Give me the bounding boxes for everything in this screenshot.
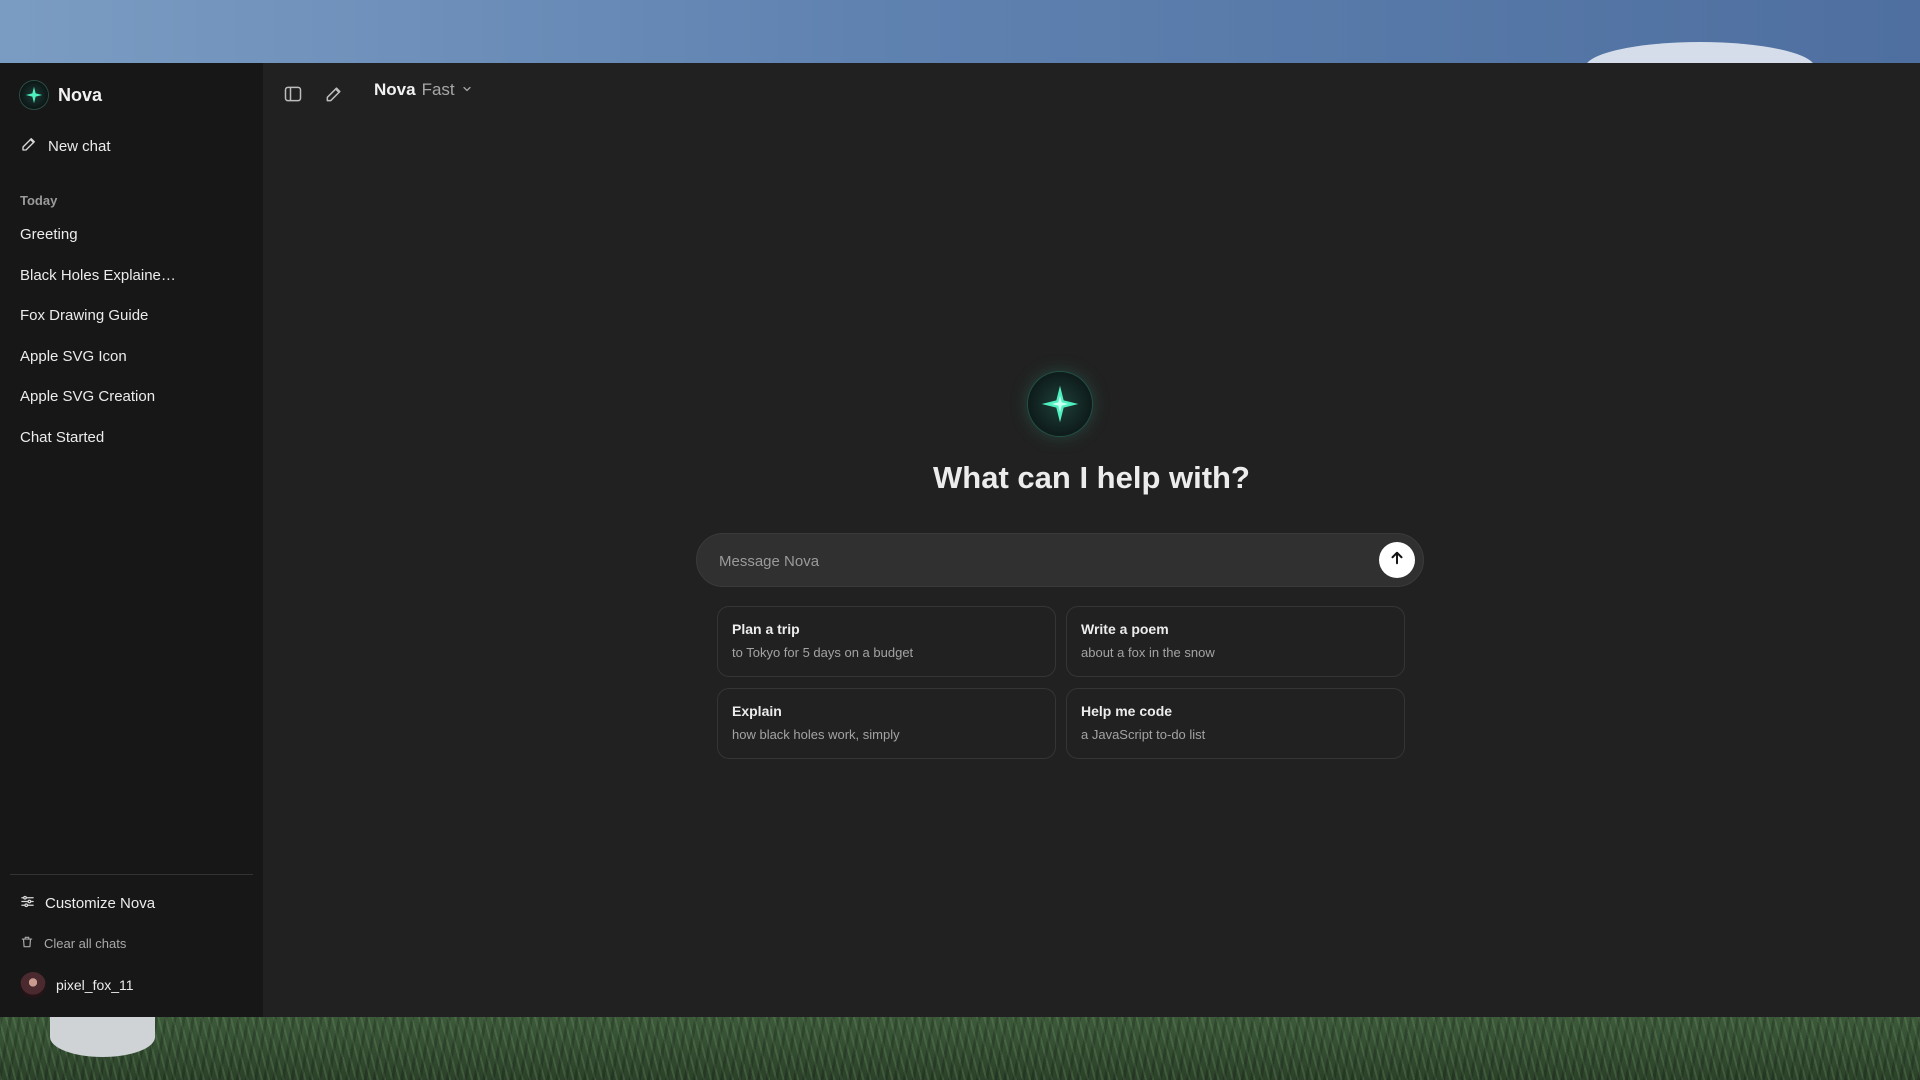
- chevron-down-icon: [461, 82, 473, 100]
- suggestion-title: Help me code: [1081, 703, 1173, 719]
- history-item-black-holes[interactable]: Black Holes Explaine…: [0, 256, 180, 297]
- suggestion-card-explain[interactable]: Explain how black holes work, simply: [717, 688, 1056, 759]
- suggestion-card-write-poem[interactable]: Write a poem about a fox in the snow: [1066, 606, 1405, 677]
- background-grass: [0, 1017, 1920, 1080]
- sidebar-toggle-icon[interactable]: [281, 82, 305, 106]
- main-panel: Nova Fast What can I help with? Plan a t…: [263, 63, 1920, 1017]
- user-profile-button[interactable]: pixel_fox_11: [20, 972, 134, 998]
- trash-icon: [20, 935, 34, 952]
- clear-chats-button[interactable]: Clear all chats: [20, 935, 126, 952]
- arrow-up-icon: [1388, 549, 1406, 572]
- sliders-icon: [20, 894, 35, 913]
- model-name: Nova: [374, 80, 416, 99]
- chat-history-list: Greeting Black Holes Explaine… Fox Drawi…: [0, 215, 263, 458]
- message-input[interactable]: [717, 534, 1341, 588]
- suggestion-subtitle: to Tokyo for 5 days on a budget: [732, 645, 914, 660]
- model-selector[interactable]: Nova Fast: [374, 80, 473, 100]
- app-window: Nova New chat Today Greeting Black Holes…: [0, 63, 1920, 1017]
- suggestion-card-help-code[interactable]: Help me code a JavaScript to-do list: [1066, 688, 1405, 759]
- new-chat-label: New chat: [48, 137, 111, 155]
- model-tier: Fast: [421, 80, 455, 99]
- message-composer: [696, 533, 1424, 588]
- history-item-apple-svg-creation[interactable]: Apple SVG Creation: [0, 377, 180, 418]
- suggestion-subtitle: about a fox in the snow: [1081, 645, 1215, 660]
- username: pixel_fox_11: [56, 977, 134, 993]
- clear-chats-label: Clear all chats: [44, 936, 127, 951]
- avatar: [20, 972, 46, 998]
- suggestion-title: Write a poem: [1081, 621, 1169, 637]
- brand[interactable]: Nova: [20, 81, 102, 109]
- sparkle-icon: [20, 81, 48, 109]
- suggestion-subtitle: a JavaScript to-do list: [1081, 727, 1206, 742]
- suggestion-card-plan-trip[interactable]: Plan a trip to Tokyo for 5 days on a bud…: [717, 606, 1056, 677]
- sidebar-divider: [10, 874, 253, 875]
- history-item-greeting[interactable]: Greeting: [0, 215, 180, 256]
- page-title: What can I help with?: [933, 460, 1250, 495]
- history-item-apple-svg-icon[interactable]: Apple SVG Icon: [0, 337, 180, 378]
- history-item-fox-drawing[interactable]: Fox Drawing Guide: [0, 296, 180, 337]
- send-button[interactable]: [1379, 542, 1415, 578]
- suggestion-subtitle: how black holes work, simply: [732, 727, 900, 742]
- history-item-chat-started[interactable]: Chat Started: [0, 418, 180, 459]
- suggestion-grid: Plan a trip to Tokyo for 5 days on a bud…: [717, 606, 1405, 759]
- history-section-label: Today: [20, 193, 58, 208]
- suggestion-title: Plan a trip: [732, 621, 800, 637]
- pencil-icon: [20, 135, 38, 157]
- new-chat-button[interactable]: New chat: [20, 135, 111, 157]
- customize-button[interactable]: Customize Nova: [20, 894, 155, 913]
- suggestion-title: Explain: [732, 703, 782, 719]
- hero-sparkle-icon: [1028, 372, 1092, 436]
- sidebar: Nova New chat Today Greeting Black Holes…: [0, 63, 263, 1017]
- compose-icon[interactable]: [322, 82, 346, 106]
- background-object: [50, 1017, 155, 1057]
- brand-name: Nova: [58, 84, 103, 105]
- customize-label: Customize Nova: [45, 895, 156, 912]
